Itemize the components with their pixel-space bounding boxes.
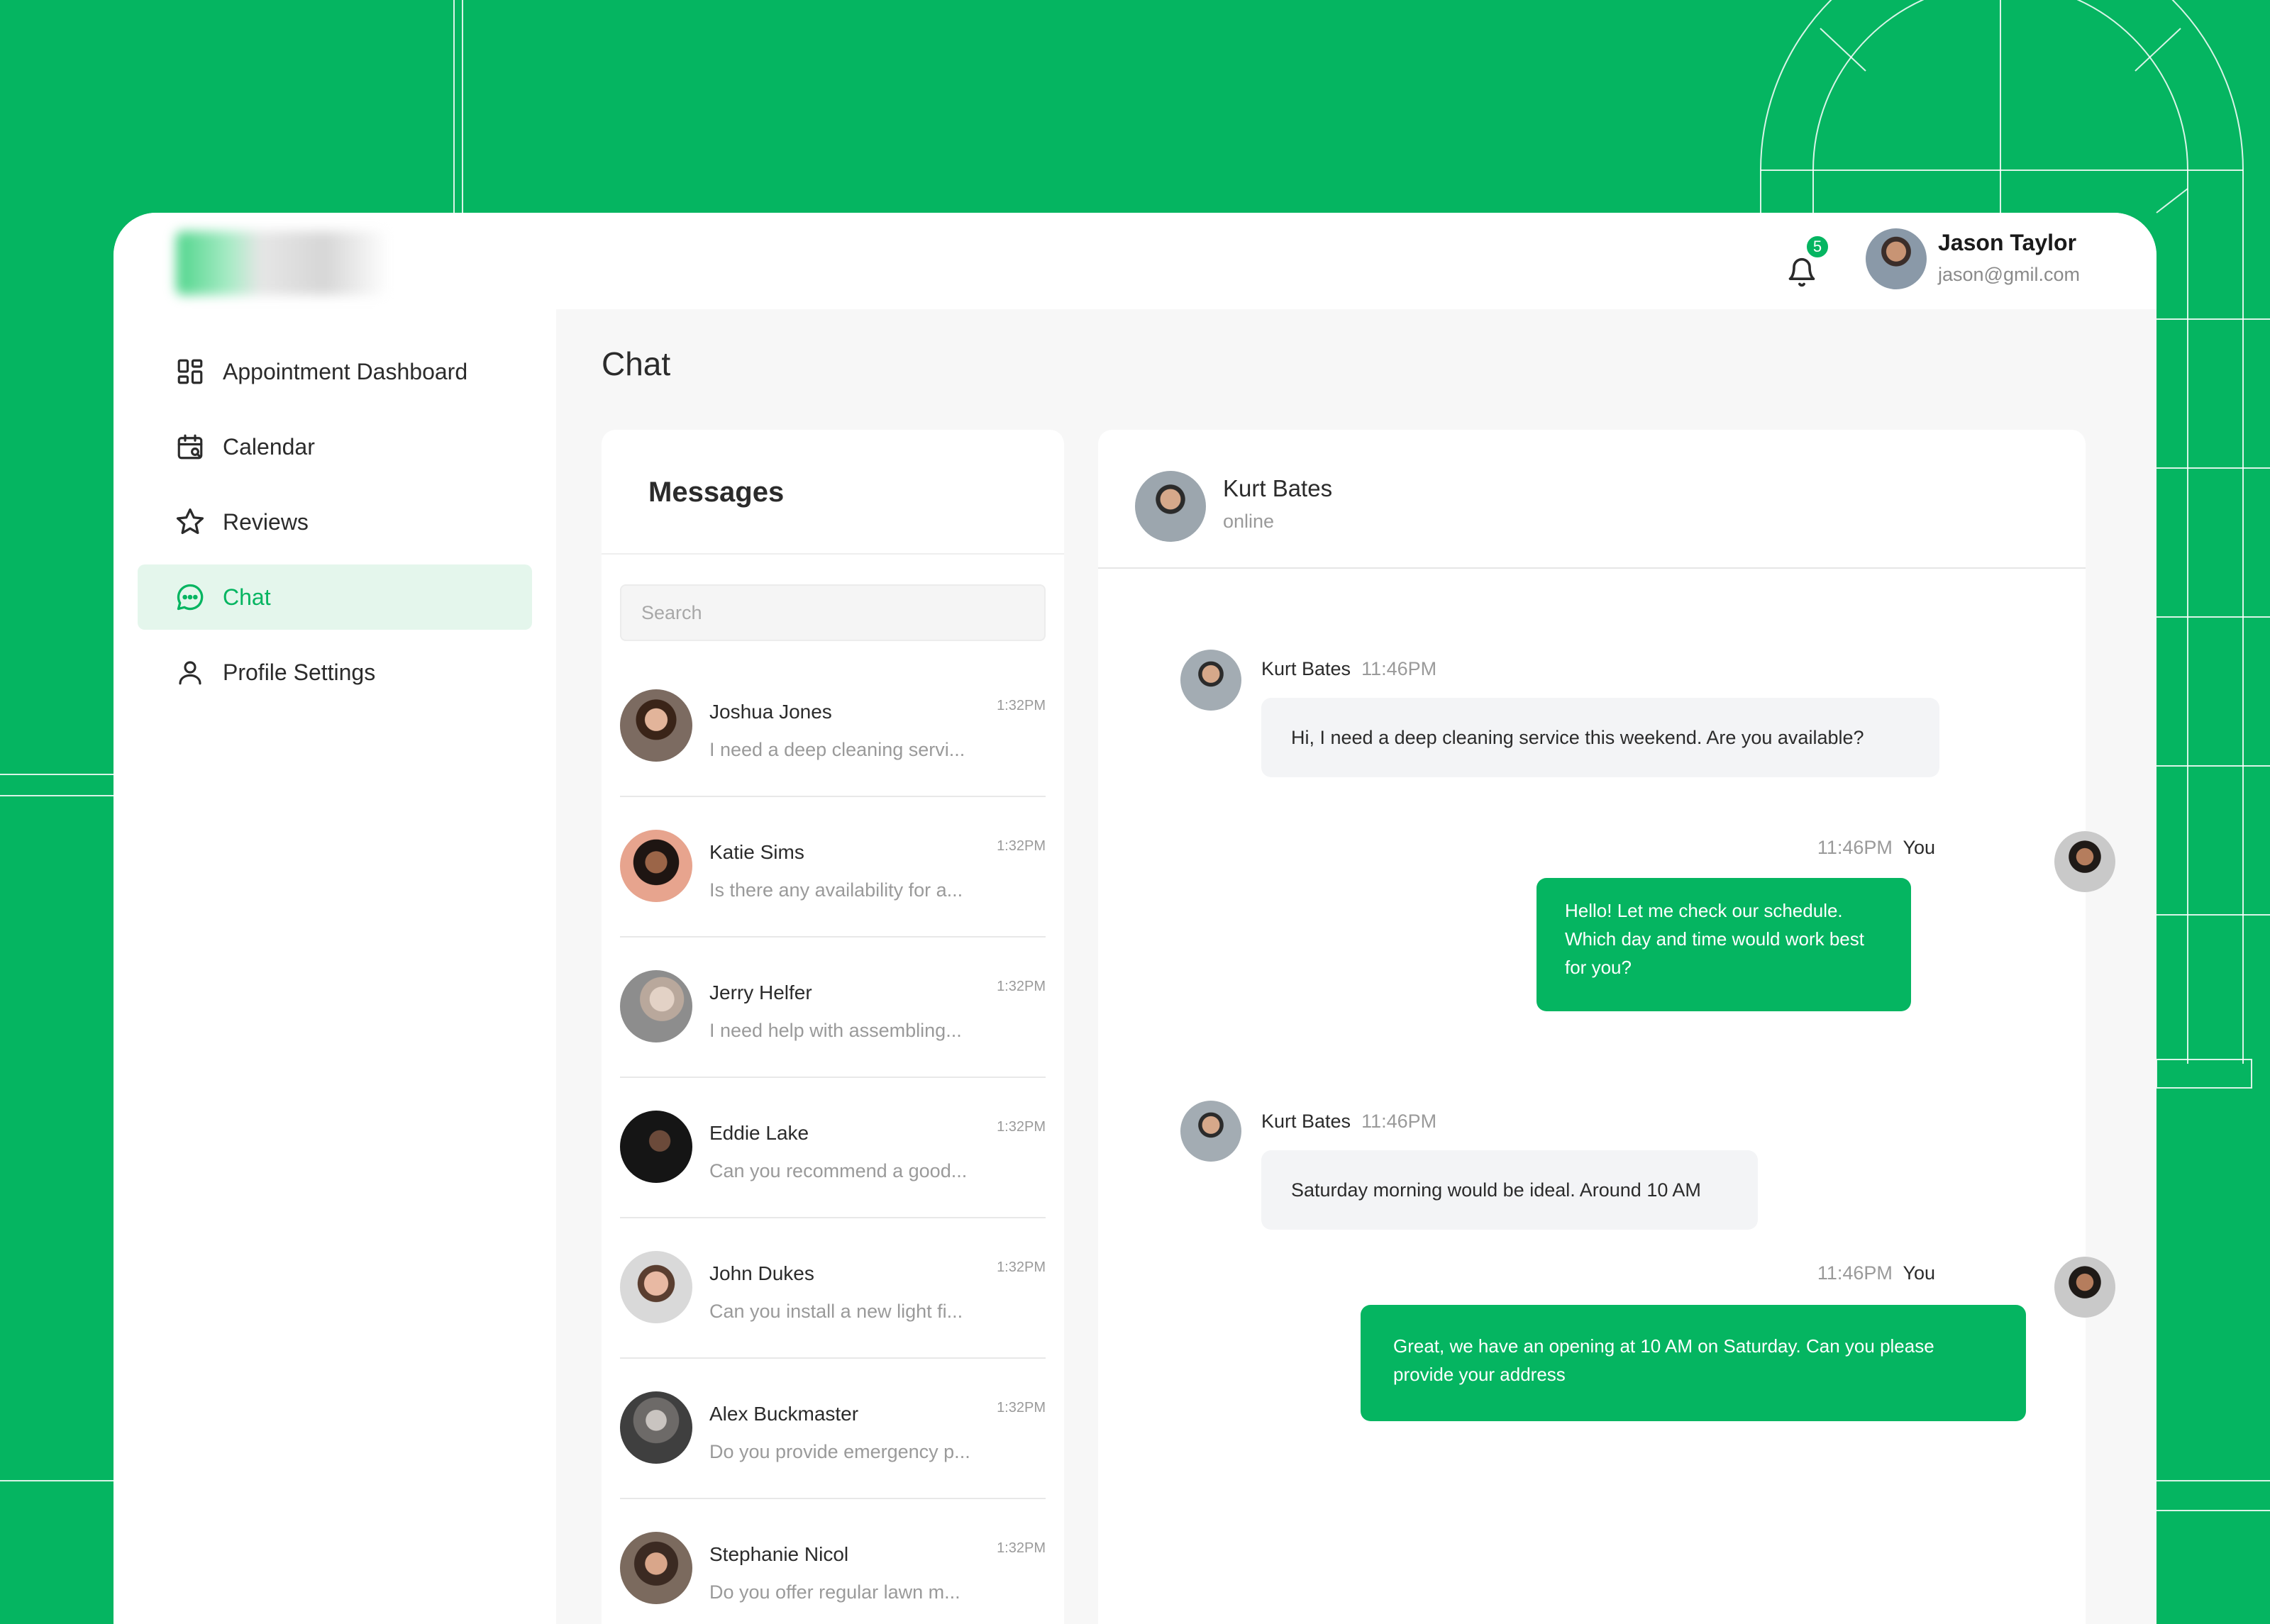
user-avatar[interactable] (1866, 228, 1927, 289)
conversation-item[interactable]: Joshua Jones I need a deep cleaning serv… (620, 657, 1046, 797)
conversation-preview: Do you offer regular lawn m... (709, 1581, 960, 1603)
chat-bubble-icon (175, 582, 206, 613)
contact-status: online (1223, 511, 1275, 532)
sidebar-item-label: Calendar (223, 433, 315, 460)
contact-avatar[interactable] (1135, 471, 1206, 542)
my-avatar (2054, 831, 2115, 892)
user-email: jason@gmil.com (1938, 264, 2080, 285)
user-icon (175, 657, 206, 688)
sidebar-item-calendar[interactable]: Calendar (138, 414, 532, 479)
conversation-preview: I need help with assembling... (709, 1020, 962, 1041)
my-avatar (2054, 1257, 2115, 1318)
conversation-time: 1:32PM (997, 1259, 1046, 1275)
avatar (620, 1111, 692, 1183)
conversation-preview: I need a deep cleaning servi... (709, 739, 965, 760)
divider (1098, 567, 2086, 569)
conversation-name: Eddie Lake (709, 1122, 809, 1144)
sidebar-item-reviews[interactable]: Reviews (138, 489, 532, 555)
message-meta: Kurt Bates 11:46PM (1261, 658, 1436, 680)
sidebar-item-label: Profile Settings (223, 659, 376, 685)
conversation-preview: Can you recommend a good... (709, 1160, 968, 1181)
star-icon (175, 506, 206, 538)
brand-logo[interactable] (176, 231, 389, 295)
message-meta: 11:46PM You (1817, 837, 1935, 859)
conversation-preview: Can you install a new light fi... (709, 1301, 963, 1322)
conversation-name: Katie Sims (709, 841, 804, 863)
conversation-preview: Is there any availability for a... (709, 879, 963, 901)
search-input[interactable] (620, 584, 1046, 641)
sidebar-item-appointment-dashboard[interactable]: Appointment Dashboard (138, 339, 532, 404)
avatar (620, 1532, 692, 1604)
sender-avatar (1180, 650, 1241, 711)
conversation-name: John Dukes (709, 1262, 814, 1284)
conversation-item[interactable]: Stephanie Nicol Do you offer regular law… (620, 1499, 1046, 1624)
message-bubble-outgoing: Hello! Let me check our schedule. Which … (1537, 878, 1911, 1011)
contact-name: Kurt Bates (1223, 475, 1333, 501)
conversation-preview: Do you provide emergency p... (709, 1441, 970, 1462)
message-meta: Kurt Bates 11:46PM (1261, 1111, 1436, 1133)
sidebar-item-label: Reviews (223, 508, 309, 535)
conversation-time: 1:32PM (997, 1400, 1046, 1416)
message-bubble-outgoing: Great, we have an opening at 10 AM on Sa… (1361, 1305, 2026, 1421)
sidebar: Appointment Dashboard Calendar Reviews C… (114, 309, 556, 1624)
message-time: 11:46PM (1361, 658, 1437, 679)
avatar (620, 689, 692, 762)
sidebar-item-chat[interactable]: Chat (138, 564, 532, 630)
conversation-time: 1:32PM (997, 1540, 1046, 1556)
sidebar-item-label: Chat (223, 584, 271, 610)
avatar (620, 1251, 692, 1323)
avatar (620, 1391, 692, 1464)
message-bubble-incoming: Saturday morning would be ideal. Around … (1261, 1150, 1758, 1230)
conversation-name: Stephanie Nicol (709, 1543, 849, 1565)
message-meta: 11:46PM You (1817, 1262, 1935, 1284)
divider (602, 553, 1064, 555)
sidebar-item-label: Appointment Dashboard (223, 358, 468, 384)
conversation-item[interactable]: Jerry Helfer I need help with assembling… (620, 938, 1046, 1078)
message-time: 11:46PM (1817, 837, 1893, 858)
sidebar-item-profile-settings[interactable]: Profile Settings (138, 640, 532, 705)
message-sender: Kurt Bates (1261, 658, 1351, 679)
conversation-time: 1:32PM (997, 1119, 1046, 1135)
sender-avatar (1180, 1101, 1241, 1162)
conversation-time: 1:32PM (997, 698, 1046, 713)
conversation-name: Joshua Jones (709, 701, 832, 723)
calendar-icon (175, 431, 206, 462)
message-time: 11:46PM (1817, 1262, 1893, 1284)
chat-panel: Kurt Bates online Kurt Bates 11:46PM Hi,… (1098, 430, 2115, 1624)
notification-count-badge: 5 (1805, 234, 1830, 260)
message-sender: You (1903, 1262, 1935, 1284)
avatar (620, 970, 692, 1042)
conversation-item[interactable]: Eddie Lake Can you recommend a good... 1… (620, 1078, 1046, 1218)
user-name: Jason Taylor (1938, 230, 2077, 255)
messages-panel: Messages Joshua Jones I need a deep clea… (602, 430, 1064, 1624)
message-bubble-incoming: Hi, I need a deep cleaning service this … (1261, 698, 1939, 777)
conversation-item[interactable]: Alex Buckmaster Do you provide emergency… (620, 1359, 1046, 1499)
conversation-item[interactable]: Katie Sims Is there any availability for… (620, 797, 1046, 938)
message-sender: You (1903, 837, 1935, 858)
conversation-item[interactable]: John Dukes Can you install a new light f… (620, 1218, 1046, 1359)
conversation-name: Jerry Helfer (709, 981, 812, 1003)
messages-title: Messages (648, 477, 785, 508)
message-time: 11:46PM (1361, 1111, 1437, 1132)
conversation-time: 1:32PM (997, 979, 1046, 994)
avatar (620, 830, 692, 902)
conversation-time: 1:32PM (997, 838, 1046, 854)
top-bar: 5 Jason Taylor jason@gmil.com (114, 213, 2156, 309)
page-title: Chat (602, 345, 671, 382)
message-sender: Kurt Bates (1261, 1111, 1351, 1132)
conversation-name: Alex Buckmaster (709, 1403, 859, 1425)
dashboard-grid-icon (175, 356, 206, 387)
app-window: 5 Jason Taylor jason@gmil.com Appointmen… (114, 213, 2156, 1624)
